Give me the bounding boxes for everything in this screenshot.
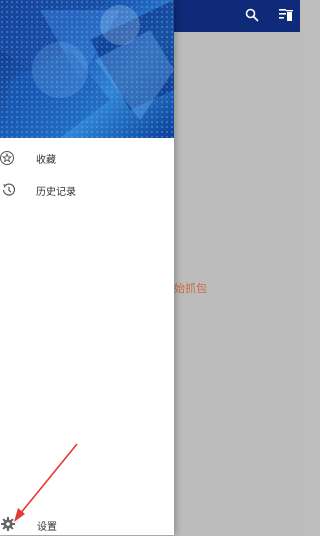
drawer-item-label: 历史记录 [36, 186, 76, 198]
app-bar-actions [242, 5, 296, 25]
header-pattern [0, 0, 174, 138]
start-capture-text[interactable]: 始抓包 [174, 280, 207, 296]
clear-list-icon[interactable] [276, 5, 296, 25]
gear-icon [0, 516, 16, 532]
settings-label: 设置 [37, 522, 57, 533]
drawer-item-favorites[interactable]: 收藏 [0, 145, 174, 171]
favorite-star-icon [0, 150, 16, 166]
search-icon[interactable] [242, 5, 262, 25]
history-icon [0, 182, 16, 198]
drawer-item-settings[interactable]: 设置 [0, 514, 174, 536]
drawer-item-history[interactable]: 历史记录 [0, 177, 174, 203]
drawer-header-image [0, 0, 174, 138]
navigation-drawer: 收藏 历史记录 设置 [0, 0, 174, 535]
drawer-item-label: 收藏 [36, 154, 56, 166]
